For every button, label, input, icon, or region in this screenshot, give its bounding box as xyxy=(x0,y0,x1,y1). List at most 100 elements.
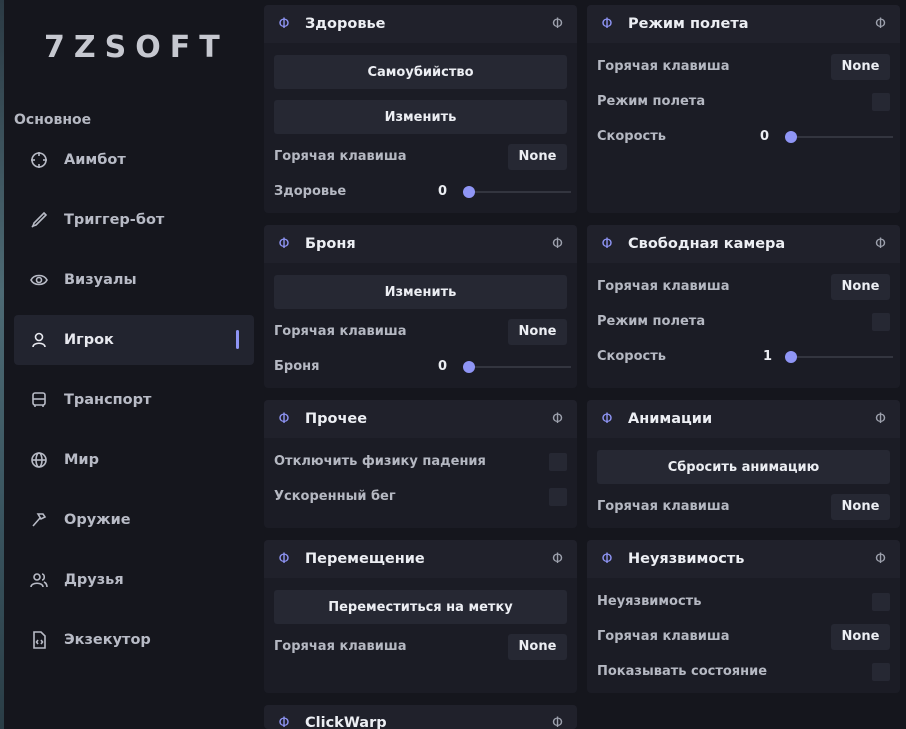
teleport-to-marker-button[interactable]: Переместиться на метку xyxy=(274,590,567,624)
phi-icon: Φ xyxy=(278,16,290,32)
fast-run-label: Ускоренный бег xyxy=(274,489,396,504)
hotkey-row: Горячая клавиша None xyxy=(597,269,890,304)
hotkey-button[interactable]: None xyxy=(508,143,567,170)
suicide-button[interactable]: Самоубийство xyxy=(274,55,567,89)
sidebar-item-weapons[interactable]: Оружие xyxy=(14,495,254,545)
hotkey-button[interactable]: None xyxy=(831,493,890,520)
health-slider[interactable] xyxy=(463,174,571,209)
panel-header: Φ Анимации Φ xyxy=(587,400,900,438)
panel-flight: Φ Режим полета Φ Горячая клавиша None Ре… xyxy=(587,5,900,213)
hotkey-button[interactable]: None xyxy=(831,53,890,80)
hotkey-row: Горячая клавиша None xyxy=(597,49,890,84)
flight-mode-checkbox[interactable] xyxy=(872,92,890,111)
collapse-icon[interactable]: Φ xyxy=(552,715,563,729)
sidebar-nav: Аимбот Триггер-бот Визуалы Игрок Транспо… xyxy=(14,135,254,675)
panel-header: Φ ClickWarp Φ xyxy=(264,705,577,729)
hotkey-button[interactable]: None xyxy=(831,273,890,300)
freecam-speed-slider[interactable] xyxy=(785,339,893,374)
panel-title: Режим полета xyxy=(628,16,749,32)
change-armor-button[interactable]: Изменить xyxy=(274,275,567,309)
slider-track xyxy=(785,136,893,138)
panel-header: Φ Свободная камера Φ xyxy=(587,225,900,263)
sidebar-item-transport[interactable]: Транспорт xyxy=(14,375,254,425)
show-state-row: Показывать состояние xyxy=(597,654,890,689)
sidebar-item-label: Игрок xyxy=(64,332,114,348)
phi-icon: Φ xyxy=(601,236,613,252)
user-icon xyxy=(30,331,48,349)
godmode-checkbox[interactable] xyxy=(872,592,890,611)
panel-animations: Φ Анимации Φ Сбросить анимацию Горячая к… xyxy=(587,400,900,528)
phi-icon: Φ xyxy=(601,551,613,567)
collapse-icon[interactable]: Φ xyxy=(875,551,886,567)
sidebar-item-label: Транспорт xyxy=(64,392,152,408)
speed-slider-row: Скорость 0 xyxy=(597,119,893,154)
slider-value: 1 xyxy=(763,349,773,364)
hotkey-row: Горячая клавиша None xyxy=(274,139,567,174)
slider-thumb[interactable] xyxy=(463,186,475,198)
flight-speed-slider[interactable] xyxy=(785,119,893,154)
hotkey-label: Горячая клавиша xyxy=(274,324,407,339)
panel-title: Свободная камера xyxy=(628,236,786,252)
reset-animation-button[interactable]: Сбросить анимацию xyxy=(597,450,890,484)
hotkey-label: Горячая клавиша xyxy=(597,279,730,294)
car-icon xyxy=(30,391,48,409)
active-indicator xyxy=(236,330,239,349)
collapse-icon[interactable]: Φ xyxy=(875,411,886,427)
sidebar-item-world[interactable]: Мир xyxy=(14,435,254,485)
sidebar-item-triggerbot[interactable]: Триггер-бот xyxy=(14,195,254,245)
users-icon xyxy=(30,571,48,589)
panel-misc: Φ Прочее Φ Отключить физику падения Уско… xyxy=(264,400,577,528)
phi-icon: Φ xyxy=(278,715,290,729)
disable-fall-label: Отключить физику падения xyxy=(274,454,486,469)
collapse-icon[interactable]: Φ xyxy=(875,16,886,32)
flight-mode-row: Режим полета xyxy=(597,84,890,119)
slider-thumb[interactable] xyxy=(463,361,475,373)
hotkey-label: Горячая клавиша xyxy=(597,629,730,644)
fast-run-row: Ускоренный бег xyxy=(274,479,567,514)
collapse-icon[interactable]: Φ xyxy=(552,16,563,32)
freecam-mode-checkbox[interactable] xyxy=(872,312,890,331)
hotkey-label: Горячая клавиша xyxy=(597,499,730,514)
change-health-button[interactable]: Изменить xyxy=(274,100,567,134)
globe-icon xyxy=(30,451,48,469)
disable-fall-row: Отключить физику падения xyxy=(274,444,567,479)
fast-run-checkbox[interactable] xyxy=(549,487,567,506)
slider-label: Здоровье xyxy=(274,184,347,199)
hotkey-button[interactable]: None xyxy=(508,318,567,345)
collapse-icon[interactable]: Φ xyxy=(552,551,563,567)
panel-freecam: Φ Свободная камера Φ Горячая клавиша Non… xyxy=(587,225,900,388)
panel-header: Φ Прочее Φ xyxy=(264,400,577,438)
collapse-icon[interactable]: Φ xyxy=(552,236,563,252)
sidebar-item-label: Визуалы xyxy=(64,272,137,288)
phi-icon: Φ xyxy=(601,411,613,427)
sidebar-item-aimbot[interactable]: Аимбот xyxy=(14,135,254,185)
crosshair-icon xyxy=(30,151,48,169)
sidebar-item-label: Мир xyxy=(64,452,99,468)
hotkey-button[interactable]: None xyxy=(508,633,567,660)
pen-icon xyxy=(30,211,48,229)
sidebar-item-friends[interactable]: Друзья xyxy=(14,555,254,605)
hotkey-row: Горячая клавиша None xyxy=(597,619,890,654)
armor-slider[interactable] xyxy=(463,349,571,384)
sidebar-item-player[interactable]: Игрок xyxy=(14,315,254,365)
sidebar-item-label: Друзья xyxy=(64,572,124,588)
slider-label: Скорость xyxy=(597,129,666,144)
phi-icon: Φ xyxy=(278,411,290,427)
slider-thumb[interactable] xyxy=(785,351,797,363)
sidebar-item-visuals[interactable]: Визуалы xyxy=(14,255,254,305)
panel-header: Φ Здоровье Φ xyxy=(264,5,577,43)
speed-slider-row: Скорость 1 xyxy=(597,339,893,374)
sidebar-item-executor[interactable]: Экзекутор xyxy=(14,615,254,665)
show-state-checkbox[interactable] xyxy=(872,662,890,681)
slider-value: 0 xyxy=(438,359,448,374)
disable-fall-checkbox[interactable] xyxy=(549,452,567,471)
collapse-icon[interactable]: Φ xyxy=(875,236,886,252)
panel-title: Анимации xyxy=(628,411,713,427)
freecam-mode-label: Режим полета xyxy=(597,314,706,329)
collapse-icon[interactable]: Φ xyxy=(552,411,563,427)
hotkey-button[interactable]: None xyxy=(831,623,890,650)
slider-thumb[interactable] xyxy=(785,131,797,143)
panel-header: Φ Неуязвимость Φ xyxy=(587,540,900,578)
slider-label: Скорость xyxy=(597,349,666,364)
panel-title: Перемещение xyxy=(305,551,425,567)
